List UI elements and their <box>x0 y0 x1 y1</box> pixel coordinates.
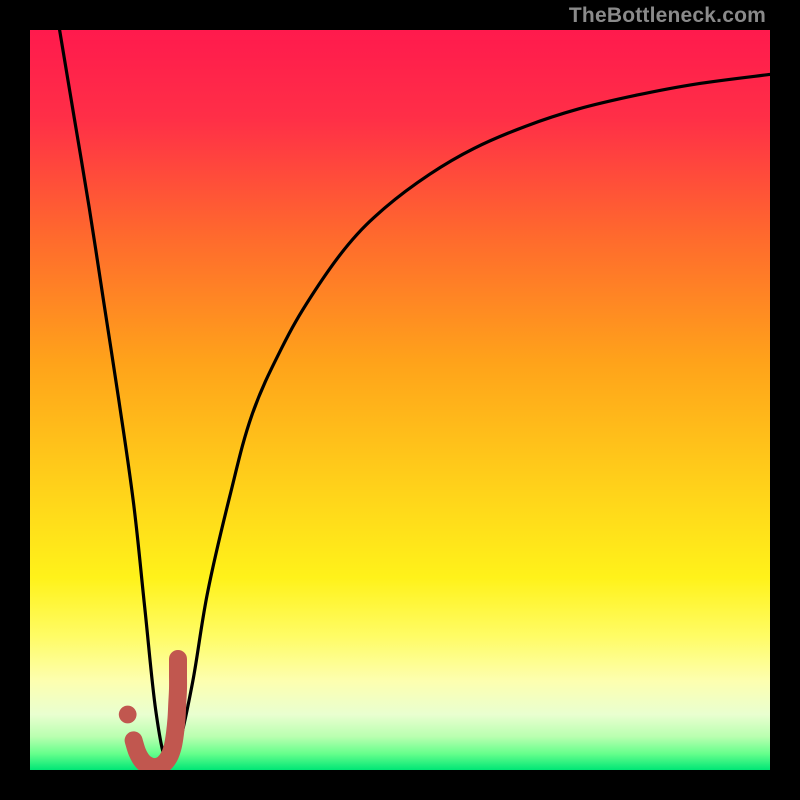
j-marker-dot <box>119 706 137 724</box>
outer-frame: TheBottleneck.com <box>0 0 800 800</box>
chart-svg <box>30 30 770 770</box>
watermark-text: TheBottleneck.com <box>569 4 766 28</box>
plot-area <box>30 30 770 770</box>
bottleneck-curve <box>60 30 770 765</box>
